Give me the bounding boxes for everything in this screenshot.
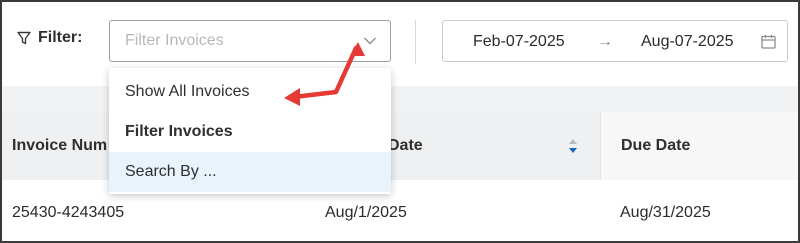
date-range-end[interactable]: Aug-07-2025 (641, 33, 734, 51)
cell-invoice-number: 25430-4243405 (12, 204, 125, 221)
funnel-icon (17, 31, 31, 45)
filter-label: Filter: (16, 29, 82, 47)
date-range-picker[interactable]: Feb-07-2025 → Aug-07-2025 (442, 20, 788, 62)
menu-item-search-by[interactable]: Search By ... (109, 152, 391, 192)
date-range-start[interactable]: Feb-07-2025 (473, 33, 565, 51)
cell-date: Aug/1/2025 (325, 204, 407, 221)
calendar-icon[interactable] (760, 33, 777, 50)
filter-select-placeholder: Filter Invoices (125, 32, 224, 49)
column-header-invoice-number[interactable]: Invoice Num (12, 112, 107, 180)
filter-label-text: Filter: (38, 29, 83, 46)
cell-due-date: Aug/31/2025 (620, 204, 711, 221)
sort-icon[interactable] (567, 137, 579, 155)
toolbar-divider (415, 20, 416, 64)
annotation-arrowhead-top (350, 42, 365, 56)
column-header-date[interactable]: Date (388, 112, 423, 180)
annotation-arrowhead-left (284, 88, 300, 106)
annotation-arrow (284, 42, 365, 106)
menu-item-filter-invoices[interactable]: Filter Invoices (109, 112, 391, 152)
app-frame: Filter: Filter Invoices Feb-07-2025 → Au… (0, 0, 800, 243)
date-range-arrow: → (597, 33, 613, 50)
column-header-due-date[interactable]: Due Date (600, 112, 798, 180)
